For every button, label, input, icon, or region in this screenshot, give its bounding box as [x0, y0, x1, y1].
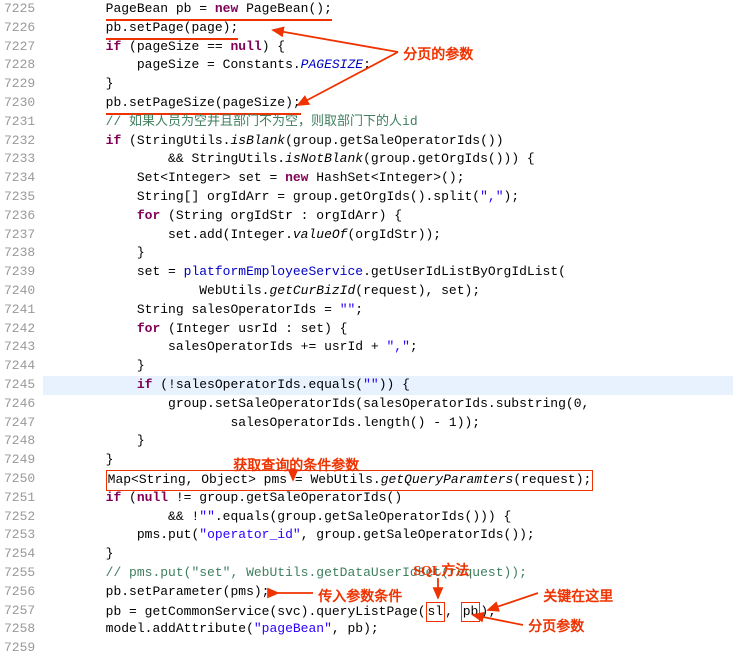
- code-line[interactable]: }: [43, 244, 733, 263]
- line-number: 7244: [4, 357, 35, 376]
- line-number: 7241: [4, 301, 35, 320]
- code-line[interactable]: String[] orgIdArr = group.getOrgIds().sp…: [43, 188, 733, 207]
- line-number: 7234: [4, 169, 35, 188]
- underline-highlight: PageBean pb = new PageBean();: [106, 0, 332, 21]
- code-line[interactable]: }: [43, 451, 733, 470]
- code-line[interactable]: group.setSaleOperatorIds(salesOperatorId…: [43, 395, 733, 414]
- code-line[interactable]: set.add(Integer.valueOf(orgIdStr));: [43, 226, 733, 245]
- line-number: 7238: [4, 244, 35, 263]
- line-number: 7235: [4, 188, 35, 207]
- code-line[interactable]: salesOperatorIds.length() - 1));: [43, 414, 733, 433]
- code-line[interactable]: }: [43, 432, 733, 451]
- code-line[interactable]: pms.put("operator_id", group.getSaleOper…: [43, 526, 733, 545]
- line-number: 7231: [4, 113, 35, 132]
- code-line[interactable]: && StringUtils.isNotBlank(group.getOrgId…: [43, 150, 733, 169]
- code-line[interactable]: for (String orgIdStr : orgIdArr) {: [43, 207, 733, 226]
- code-line[interactable]: pb.setParameter(pms);: [43, 583, 733, 602]
- code-line[interactable]: // pms.put("set", WebUtils.getDataUserId…: [43, 564, 733, 583]
- code-line[interactable]: WebUtils.getCurBizId(request), set);: [43, 282, 733, 301]
- code-line[interactable]: if (pageSize == null) {: [43, 38, 733, 57]
- code-line[interactable]: }: [43, 357, 733, 376]
- line-number: 7251: [4, 489, 35, 508]
- box-highlight: sl: [426, 602, 446, 623]
- code-line[interactable]: pb.setPageSize(pageSize);: [43, 94, 733, 113]
- box-highlight: pb: [461, 602, 481, 623]
- box-highlight: Map<String, Object> pms = WebUtils.getQu…: [106, 470, 594, 491]
- line-number: 7243: [4, 338, 35, 357]
- line-number: 7252: [4, 508, 35, 527]
- code-line[interactable]: model.addAttribute("pageBean", pb);: [43, 620, 733, 639]
- code-line[interactable]: salesOperatorIds += usrId + ",";: [43, 338, 733, 357]
- line-number: 7225: [4, 0, 35, 19]
- code-line-highlighted[interactable]: if (!salesOperatorIds.equals("")) {: [43, 376, 733, 395]
- line-number-gutter: 7225722672277228722972307231723272337234…: [0, 0, 43, 658]
- code-line[interactable]: // 如果人员为空并且部门不为空，则取部门下的人id: [43, 113, 733, 132]
- code-area[interactable]: PageBean pb = new PageBean(); pb.setPage…: [43, 0, 733, 658]
- line-number: 7258: [4, 620, 35, 639]
- code-line[interactable]: pb.setPage(page);: [43, 19, 733, 38]
- line-number: 7236: [4, 207, 35, 226]
- underline-highlight: pb.setPage(page);: [106, 19, 239, 40]
- line-number: 7229: [4, 75, 35, 94]
- line-number: 7233: [4, 150, 35, 169]
- line-number: 7242: [4, 320, 35, 339]
- line-number: 7246: [4, 395, 35, 414]
- code-line[interactable]: String salesOperatorIds = "";: [43, 301, 733, 320]
- line-number: 7248: [4, 432, 35, 451]
- line-number: 7254: [4, 545, 35, 564]
- code-line[interactable]: for (Integer usrId : set) {: [43, 320, 733, 339]
- line-number: 7250: [4, 470, 35, 489]
- line-number: 7226: [4, 19, 35, 38]
- line-number: 7232: [4, 132, 35, 151]
- code-editor: 7225722672277228722972307231723272337234…: [0, 0, 733, 658]
- line-number: 7237: [4, 226, 35, 245]
- line-number: 7230: [4, 94, 35, 113]
- code-line[interactable]: if (null != group.getSaleOperatorIds(): [43, 489, 733, 508]
- line-number: 7227: [4, 38, 35, 57]
- line-number: 7255: [4, 564, 35, 583]
- code-line[interactable]: [43, 639, 733, 658]
- underline-highlight: pb.setPageSize(pageSize);: [106, 94, 301, 115]
- line-number: 7240: [4, 282, 35, 301]
- line-number: 7257: [4, 602, 35, 621]
- line-number: 7256: [4, 583, 35, 602]
- line-number: 7259: [4, 639, 35, 658]
- line-number: 7228: [4, 56, 35, 75]
- code-line[interactable]: }: [43, 75, 733, 94]
- code-line[interactable]: pageSize = Constants.PAGESIZE;: [43, 56, 733, 75]
- code-line[interactable]: && !"".equals(group.getSaleOperatorIds()…: [43, 508, 733, 527]
- code-line[interactable]: set = platformEmployeeService.getUserIdL…: [43, 263, 733, 282]
- line-number: 7247: [4, 414, 35, 433]
- code-line[interactable]: pb = getCommonService(svc).queryListPage…: [43, 602, 733, 621]
- line-number: 7239: [4, 263, 35, 282]
- code-line[interactable]: PageBean pb = new PageBean();: [43, 0, 733, 19]
- line-number: 7245: [4, 376, 35, 395]
- code-line[interactable]: }: [43, 545, 733, 564]
- code-line[interactable]: if (StringUtils.isBlank(group.getSaleOpe…: [43, 132, 733, 151]
- code-line[interactable]: Set<Integer> set = new HashSet<Integer>(…: [43, 169, 733, 188]
- line-number: 7249: [4, 451, 35, 470]
- code-line[interactable]: Map<String, Object> pms = WebUtils.getQu…: [43, 470, 733, 489]
- line-number: 7253: [4, 526, 35, 545]
